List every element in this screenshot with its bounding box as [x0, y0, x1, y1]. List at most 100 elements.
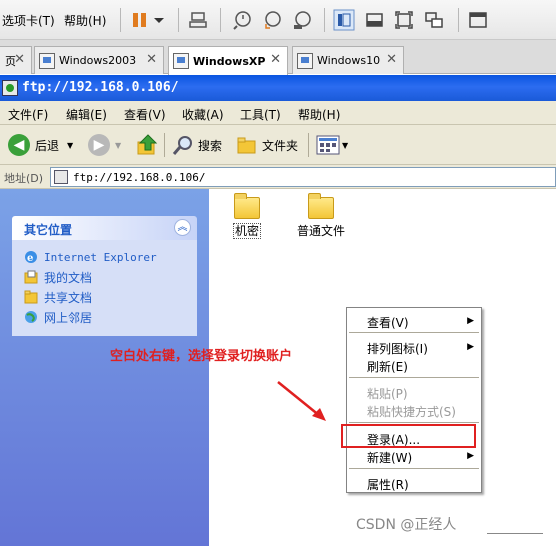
toolbar-separator — [164, 133, 165, 157]
menu-edit[interactable]: 编辑(E) — [66, 106, 107, 123]
collapse-chevron-icon[interactable]: ︽ — [174, 219, 191, 236]
vm-tab-bar: 页 ✕ Windows2003 ✕ WindowsXP ✕ Windows10 … — [0, 40, 556, 75]
panel-header[interactable]: 其它位置 ︽ — [12, 216, 197, 240]
address-label: 地址(D) — [4, 172, 44, 185]
library-icon[interactable] — [468, 10, 488, 30]
vm-menu-help[interactable]: 帮助(H) — [64, 12, 106, 29]
vmware-toolbar: 选项卡(T) 帮助(H) — [0, 0, 556, 40]
network-places-icon — [25, 311, 37, 323]
menu-item-arrange-icons[interactable]: 排列图标(I) — [367, 340, 428, 357]
views-button[interactable]: ▼ — [316, 133, 348, 157]
snapshot-manager-icon[interactable] — [292, 10, 312, 30]
submenu-arrow-icon: ▶ — [467, 316, 474, 326]
forward-arrow-icon: ▶ — [88, 134, 110, 156]
fullscreen-icon[interactable] — [394, 10, 414, 30]
close-icon[interactable]: ✕ — [146, 52, 157, 67]
close-icon[interactable]: ✕ — [270, 52, 281, 67]
dropdown-arrow-icon[interactable] — [152, 10, 172, 30]
console-view-icon[interactable] — [364, 10, 384, 30]
close-icon[interactable]: ✕ — [386, 52, 397, 67]
folders-label: 文件夹 — [262, 138, 299, 153]
link-network-places[interactable]: 网上邻居 — [24, 309, 92, 325]
address-bar: 地址(D) ftp://192.168.0.106/ — [0, 165, 556, 189]
folder-label: 机密 — [232, 223, 261, 239]
forward-button[interactable]: ▶ ▼ — [88, 133, 121, 157]
toolbar-separator — [308, 133, 309, 157]
up-folder-icon — [137, 134, 158, 155]
menu-item-properties[interactable]: 属性(R) — [367, 476, 409, 493]
back-arrow-icon: ◀ — [8, 134, 30, 156]
vm-separator — [220, 8, 221, 32]
vm-separator — [324, 8, 325, 32]
revert-snapshot-icon[interactable] — [262, 10, 282, 30]
login-highlight-box — [341, 424, 476, 448]
up-button[interactable] — [136, 133, 158, 157]
menu-item-refresh[interactable]: 刷新(E) — [367, 358, 408, 375]
link-label: 我的文档 — [44, 270, 93, 285]
vm-icon — [39, 52, 55, 69]
internet-explorer-icon: e — [25, 251, 37, 264]
menu-favorites[interactable]: 收藏(A) — [182, 106, 224, 123]
tab-label: WindowsXP — [193, 54, 266, 68]
explorer-toolbar: ◀ 后退 ▼ ▶ ▼ 搜索 文件夹 ▼ — [0, 125, 556, 165]
folder-item[interactable]: 普通文件 — [291, 189, 351, 239]
watermark-underline — [487, 533, 543, 534]
search-label: 搜索 — [198, 138, 223, 153]
ftp-folder-icon — [2, 80, 18, 96]
folder-item[interactable]: 机密 — [217, 189, 277, 239]
ftp-icon — [54, 170, 68, 184]
menu-item-paste-shortcut: 粘贴快捷方式(S) — [367, 405, 456, 419]
dropdown-arrow-icon[interactable]: ▼ — [115, 141, 121, 150]
submenu-arrow-icon: ▶ — [467, 451, 474, 461]
menu-bar: 文件(F) 编辑(E) 查看(V) 收藏(A) 工具(T) 帮助(H) — [0, 101, 556, 125]
link-internet-explorer[interactable]: e Internet Explorer — [24, 249, 157, 265]
link-label: 共享文档 — [44, 290, 93, 305]
snapshot-icon[interactable] — [232, 10, 252, 30]
menu-separator — [349, 332, 479, 333]
vm-menu-tabs[interactable]: 选项卡(T) — [2, 12, 55, 29]
menu-item-new[interactable]: 新建(W) — [367, 449, 412, 466]
folder-label: 普通文件 — [296, 224, 345, 238]
other-places-panel: 其它位置 ︽ e Internet Explorer 我的文档 共享文档 网上邻… — [12, 216, 197, 336]
menu-separator — [349, 422, 479, 423]
menu-help[interactable]: 帮助(H) — [298, 106, 340, 123]
vm-icon — [173, 53, 189, 69]
context-menu: 查看(V) ▶ 排列图标(I) ▶ 刷新(E) 粘贴(P) 粘贴快捷方式(S) … — [346, 307, 482, 493]
unity-icon[interactable] — [424, 10, 444, 30]
folders-button[interactable]: 文件夹 — [236, 133, 298, 157]
tab-windows10[interactable]: Windows10 ✕ — [292, 46, 404, 74]
send-keys-icon[interactable] — [188, 10, 208, 30]
my-documents-icon — [24, 270, 38, 284]
dropdown-arrow-icon[interactable]: ▼ — [67, 141, 73, 150]
tab-previous[interactable]: 页 ✕ — [0, 46, 32, 74]
tab-windowsxp[interactable]: WindowsXP ✕ — [168, 46, 288, 75]
vm-separator — [458, 8, 459, 32]
vm-separator — [120, 8, 121, 32]
menu-tools[interactable]: 工具(T) — [240, 106, 281, 123]
vm-icon — [297, 52, 313, 69]
menu-separator — [349, 377, 479, 378]
sidebar-view-icon[interactable] — [333, 9, 355, 31]
panel-body: e Internet Explorer 我的文档 共享文档 网上邻居 — [12, 240, 197, 336]
link-label: Internet Explorer — [44, 250, 157, 264]
back-button[interactable]: ◀ 后退 ▼ — [8, 133, 73, 157]
close-icon[interactable]: ✕ — [14, 52, 25, 67]
address-input[interactable]: ftp://192.168.0.106/ — [50, 167, 556, 187]
menu-item-view[interactable]: 查看(V) — [367, 314, 409, 331]
window-title-bar[interactable]: ftp://192.168.0.106/ — [0, 75, 556, 101]
task-pane: 其它位置 ︽ e Internet Explorer 我的文档 共享文档 网上邻… — [0, 189, 209, 546]
menu-view[interactable]: 查看(V) — [124, 106, 166, 123]
search-icon — [172, 136, 192, 155]
link-shared-documents[interactable]: 共享文档 — [24, 289, 92, 305]
tab-windows2003[interactable]: Windows2003 ✕ — [34, 46, 164, 74]
link-my-documents[interactable]: 我的文档 — [24, 269, 92, 285]
pause-icon[interactable] — [130, 10, 150, 30]
tab-label: Windows2003 — [59, 54, 137, 67]
menu-file[interactable]: 文件(F) — [8, 106, 48, 123]
address-value: ftp://192.168.0.106/ — [73, 171, 206, 184]
menu-separator — [349, 468, 479, 469]
folder-icon — [234, 193, 260, 219]
search-button[interactable]: 搜索 — [172, 133, 222, 157]
shared-folder-icon — [24, 290, 38, 304]
dropdown-arrow-icon[interactable]: ▼ — [342, 141, 348, 150]
